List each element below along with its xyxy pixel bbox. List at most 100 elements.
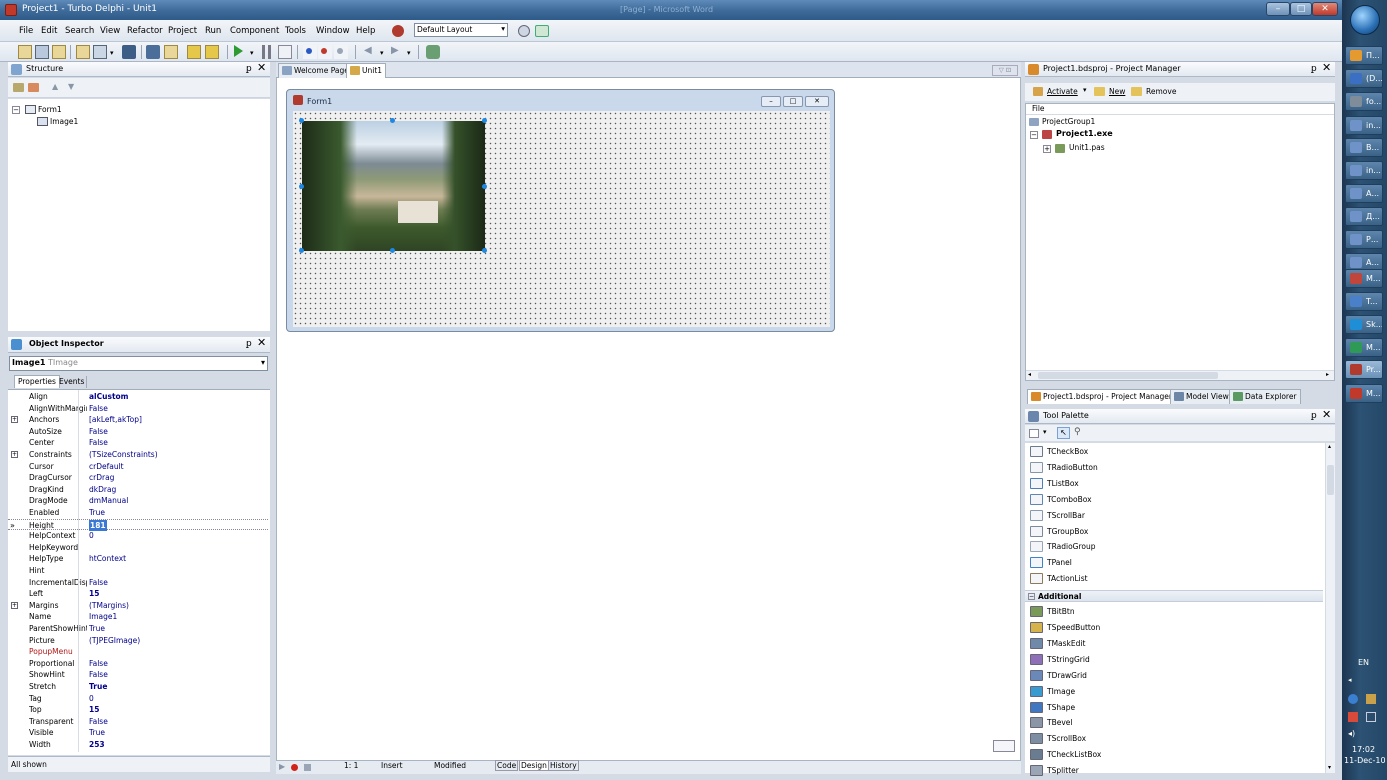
macro-record-icon[interactable] — [291, 764, 298, 771]
move-up-icon[interactable]: ▲ — [52, 82, 58, 91]
collapse-icon[interactable]: − — [12, 106, 20, 114]
chevron-down-icon[interactable]: ▾ — [1043, 428, 1047, 436]
property-value[interactable]: [akLeft,akTop] — [89, 414, 142, 426]
help-book-icon[interactable] — [426, 45, 440, 59]
property-value[interactable]: False — [89, 426, 108, 438]
tray-display-icon[interactable] — [1366, 712, 1376, 722]
property-row[interactable]: + Anchors [akLeft,akTop] — [8, 414, 268, 426]
property-row[interactable]: + Margins (TMargins) — [8, 600, 268, 612]
open-folder-icon[interactable] — [164, 45, 178, 59]
property-value[interactable]: False — [89, 577, 108, 589]
forward-arrow-icon[interactable]: ▶ — [391, 45, 399, 56]
remove-button[interactable]: Remove — [1146, 87, 1176, 96]
macro-play-icon[interactable]: ▶ — [279, 762, 285, 771]
property-row[interactable]: Width 253 — [8, 739, 268, 751]
taskbar-button[interactable]: M... — [1345, 338, 1383, 357]
palette-item[interactable]: TShape — [1047, 703, 1075, 712]
tree-item-form1[interactable]: Form1 — [38, 105, 62, 114]
taskbar-button[interactable]: П... — [1345, 46, 1383, 65]
palette-item[interactable]: TCheckListBox — [1047, 750, 1101, 759]
chevron-down-icon[interactable]: ▾ — [407, 49, 411, 57]
pointer-icon[interactable]: ↖ — [1057, 427, 1070, 439]
close-icon[interactable]: ✕ — [257, 61, 266, 75]
category-header-additional[interactable]: − Additional — [1025, 590, 1323, 603]
property-value[interactable]: True — [89, 623, 105, 635]
add-file-icon[interactable] — [76, 45, 90, 59]
categories-icon[interactable] — [1029, 429, 1039, 438]
property-row[interactable]: PopupMenu — [8, 646, 268, 658]
property-row[interactable]: Stretch True — [8, 681, 268, 693]
menu-file[interactable]: File — [19, 26, 33, 36]
property-row[interactable]: DragCursor crDrag — [8, 472, 268, 484]
selection-handle[interactable] — [390, 118, 395, 123]
menu-help[interactable]: Help — [356, 26, 375, 36]
scroll-left-icon[interactable]: ◂ — [1028, 371, 1031, 378]
property-row[interactable]: » Height 181 — [8, 518, 268, 532]
scroll-thumb[interactable] — [1038, 372, 1218, 379]
menu-edit[interactable]: Edit — [41, 26, 57, 36]
palette-item[interactable]: TBevel — [1047, 718, 1072, 727]
property-row[interactable]: DragKind dkDrag — [8, 484, 268, 496]
save-icon[interactable] — [122, 45, 136, 59]
palette-item[interactable]: TMaskEdit — [1047, 639, 1085, 648]
save-all-icon[interactable] — [146, 45, 160, 59]
palette-item[interactable]: TScrollBox — [1047, 734, 1086, 743]
property-row[interactable]: Name Image1 — [8, 611, 268, 623]
minimize-button[interactable]: – — [1266, 2, 1290, 16]
palette-item[interactable]: TComboBox — [1047, 495, 1092, 504]
tray-flag-icon[interactable] — [1348, 712, 1358, 722]
property-row[interactable]: Center False — [8, 437, 268, 449]
maximize-button[interactable]: □ — [1290, 2, 1312, 16]
title-bar[interactable]: Project1 - Turbo Delphi - Unit1 [Page] -… — [0, 0, 1342, 20]
taskbar-button[interactable]: В... — [1345, 138, 1383, 157]
menu-project[interactable]: Project — [168, 26, 197, 36]
property-value[interactable]: crDrag — [89, 472, 114, 484]
property-value[interactable]: False — [89, 669, 108, 681]
tab-unit1[interactable]: Unit1 — [346, 63, 387, 78]
property-value[interactable]: True — [89, 507, 105, 519]
tab-events[interactable]: Events — [57, 376, 88, 388]
open-file-icon[interactable] — [93, 45, 107, 59]
selection-handle[interactable] — [482, 184, 487, 189]
property-row[interactable]: HelpContext 0 — [8, 530, 268, 542]
taskbar-button[interactable]: Р... — [1345, 230, 1383, 249]
clock-time[interactable]: 17:02 — [1352, 745, 1375, 754]
object-selector-combo[interactable]: Image1 TImage ▾ — [9, 356, 268, 371]
open-icon[interactable] — [52, 45, 66, 59]
save-desktop-icon[interactable] — [518, 25, 530, 37]
taskbar-button[interactable]: (D... — [1345, 69, 1383, 88]
property-row[interactable]: Enabled True — [8, 507, 268, 519]
taskbar-button[interactable]: M... — [1345, 269, 1383, 288]
taskbar-button[interactable]: Д... — [1345, 207, 1383, 226]
scroll-thumb[interactable] — [1327, 465, 1334, 495]
step-over-icon[interactable] — [318, 45, 332, 59]
tool-palette-scrollbar[interactable]: ▴ ▾ — [1325, 443, 1335, 773]
property-row[interactable]: AutoSize False — [8, 426, 268, 438]
property-value[interactable]: False — [89, 437, 108, 449]
property-value[interactable]: 15 — [89, 588, 99, 600]
palette-item[interactable]: TRadioGroup — [1047, 542, 1096, 551]
form1-designer[interactable]: Form1 – □ ✕ — [286, 89, 835, 332]
palette-item[interactable]: TRadioButton — [1047, 463, 1098, 472]
pause-icon[interactable] — [262, 45, 272, 59]
chevron-down-icon[interactable]: ▾ — [250, 49, 254, 57]
expand-icon[interactable]: + — [11, 601, 18, 609]
pin-icon[interactable]: ꝑ — [246, 337, 252, 351]
property-value[interactable]: (TJPEGImage) — [89, 635, 140, 647]
property-value[interactable]: False — [89, 658, 108, 670]
remove-icon[interactable] — [28, 83, 39, 92]
scroll-up-icon[interactable]: ▴ — [1328, 443, 1331, 450]
volume-icon[interactable]: ◂) — [1348, 729, 1355, 738]
clock-date[interactable]: 11-Dec-10 — [1344, 756, 1386, 765]
remove-from-project-icon[interactable] — [205, 45, 219, 59]
run-icon[interactable] — [234, 45, 243, 57]
selection-handle[interactable] — [482, 248, 487, 253]
property-row[interactable]: Left 15 — [8, 588, 268, 600]
taskbar-button[interactable]: in... — [1345, 116, 1383, 135]
file-column-header[interactable]: File — [1026, 104, 1334, 115]
program-reset-icon[interactable] — [278, 45, 292, 59]
chevron-down-icon[interactable]: ▾ — [380, 49, 384, 57]
menu-window[interactable]: Window — [316, 26, 350, 36]
tray-app-icon[interactable] — [1366, 694, 1376, 704]
horizontal-scrollbar[interactable]: ◂ ▸ — [1026, 370, 1334, 380]
